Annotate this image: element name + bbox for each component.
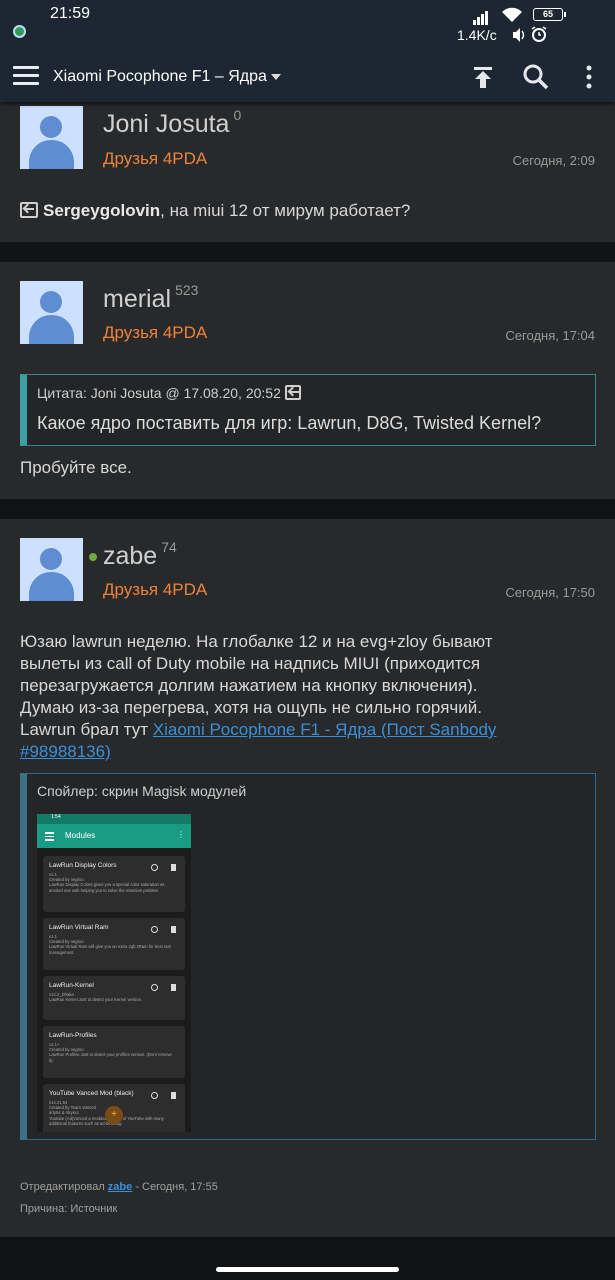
battery-icon: 65	[533, 8, 566, 21]
delete-icon	[171, 864, 176, 871]
menu-icon	[45, 832, 54, 843]
topic-title[interactable]: Xiaomi Pocophone F1 – Ядра	[53, 68, 267, 86]
reputation-count: 0	[233, 107, 242, 123]
status-indicators: 65 1.4K/c	[457, 5, 593, 45]
check-icon	[151, 926, 158, 933]
menu-icon[interactable]	[13, 66, 39, 88]
quote-block: Цитата: Joni Josuta @ 17.08.20, 20:52 Ка…	[20, 374, 596, 446]
status-time: 21:59	[50, 5, 91, 22]
edit-reason: Причина: Источник	[20, 1203, 118, 1215]
avatar[interactable]	[20, 281, 83, 344]
volume-icon	[513, 28, 525, 42]
alarm-icon	[531, 26, 547, 42]
check-icon	[151, 864, 158, 871]
signal-icon	[473, 7, 489, 25]
delete-icon	[171, 984, 176, 991]
spoiler-block[interactable]: Спойлер: скрин Magisk модулей 1:54 Modul…	[20, 773, 596, 1140]
screenshot-status-bar: 1:54	[37, 814, 191, 824]
post: Joni Josuta 0 Друзья 4PDA Сегодня, 2:09 S…	[0, 102, 615, 242]
magisk-screenshot[interactable]: 1:54 Modules ⋮ LawRun Display Colors v1.…	[37, 814, 191, 1132]
more-options-icon: ⋮	[177, 830, 185, 839]
search-icon[interactable]	[521, 62, 551, 92]
reply-nick[interactable]: Sergeygolovin	[43, 201, 160, 220]
post: merial 523 Друзья 4PDA Сегодня, 17:04 Цит…	[0, 262, 615, 499]
reputation-count: 523	[175, 282, 199, 298]
quote-text: Какое ядро поставить для игр: Lawrun, D8…	[37, 413, 542, 433]
chevron-down-icon[interactable]	[271, 74, 281, 80]
avatar[interactable]	[20, 538, 83, 601]
check-icon	[151, 1092, 158, 1099]
post-text: Sergeygolovin, на miui 12 от мирум работ…	[20, 200, 410, 222]
delete-icon	[171, 926, 176, 933]
status-bar: 21:59 65 1.4K/c	[0, 0, 615, 52]
post-author[interactable]: merial 523	[103, 282, 199, 314]
editor-link[interactable]: zabe	[108, 1181, 132, 1193]
wifi-icon	[502, 7, 522, 22]
app-notification-icon	[13, 25, 26, 38]
check-icon	[151, 984, 158, 991]
edited-note: Отредактировал zabe - Сегодня, 17:55	[20, 1181, 218, 1193]
reply-icon[interactable]	[20, 202, 38, 218]
module-card: LawRun-Profiles v1.1+ Created by negroo …	[43, 1026, 185, 1078]
toolbar: Xiaomi Pocophone F1 – Ядра	[0, 52, 615, 102]
more-options-icon[interactable]	[574, 62, 604, 92]
online-indicator	[89, 553, 97, 561]
screenshot-toolbar: Modules ⋮	[37, 824, 191, 848]
post-text: Пробуйте все.	[20, 458, 132, 477]
user-group: Друзья 4PDA	[103, 323, 208, 342]
user-group: Друзья 4PDA	[103, 149, 208, 168]
post: zabe 74 Друзья 4PDA Сегодня, 17:50 Юзаю l…	[0, 519, 615, 1237]
topic-link[interactable]: #98988136)	[20, 742, 111, 761]
module-card: LawRun-Kernel v13.2_Dhaka LawRun Kernel …	[43, 976, 185, 1020]
post-author[interactable]: Joni Josuta 0	[103, 107, 242, 139]
avatar[interactable]	[20, 106, 83, 169]
spoiler-title[interactable]: Спойлер: скрин Magisk модулей	[37, 783, 246, 799]
post-time: Сегодня, 17:04	[505, 328, 595, 343]
user-group: Друзья 4PDA	[103, 580, 208, 599]
quote-header: Цитата: Joni Josuta @ 17.08.20, 20:52	[37, 385, 306, 401]
go-to-quote-icon[interactable]	[284, 385, 301, 400]
delete-icon	[171, 1092, 176, 1099]
network-speed: 1.4K/c	[457, 27, 497, 43]
post-author[interactable]: zabe 74	[103, 539, 177, 571]
post-time: Сегодня, 17:50	[505, 585, 595, 600]
scroll-to-top-icon[interactable]	[468, 62, 498, 92]
module-card: LawRun Display Colors v1.1 Created by ne…	[43, 856, 185, 912]
gesture-navigation-bar[interactable]	[216, 1267, 399, 1272]
screenshot-title: Modules	[65, 831, 96, 840]
topic-link[interactable]: Xiaomi Pocophone F1 - Ядра (Пост Sanbody	[153, 720, 497, 739]
post-text: Юзаю lawrun неделю. На глобалке 12 и на …	[20, 632, 497, 761]
add-icon: +	[105, 1106, 123, 1124]
reputation-count: 74	[161, 539, 177, 555]
module-card: LawRun Virtual Ram v1.1 Created by negro…	[43, 918, 185, 970]
post-time: Сегодня, 2:09	[512, 153, 595, 168]
